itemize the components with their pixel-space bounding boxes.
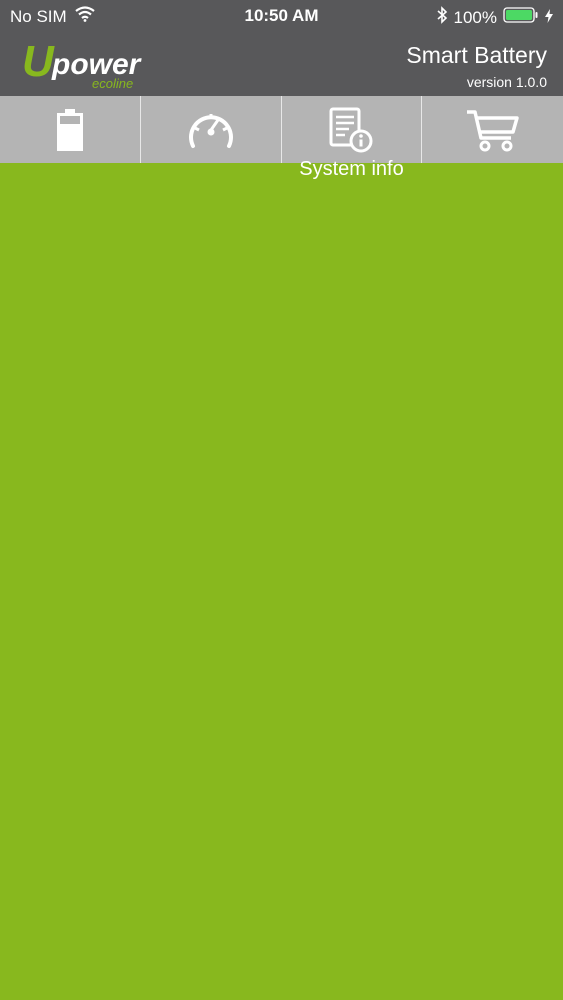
logo-letter-u: U <box>22 37 55 86</box>
battery-percent: 100% <box>453 7 497 27</box>
main-content <box>0 163 563 1000</box>
tab-bar <box>0 96 563 163</box>
battery-icon <box>56 108 84 152</box>
charging-bolt-icon <box>545 8 553 28</box>
status-battery-icon <box>503 7 539 28</box>
status-right: 100% <box>436 6 553 29</box>
bluetooth-icon <box>436 6 448 29</box>
app-header: U power ecoline Smart Battery version 1.… <box>0 32 563 96</box>
tab-battery[interactable] <box>0 96 141 163</box>
cart-icon <box>465 108 521 152</box>
speedometer-icon <box>185 108 237 152</box>
app-title: Smart Battery <box>406 42 547 68</box>
tab-system-info[interactable] <box>282 96 423 163</box>
tab-tooltip: System info <box>299 158 404 180</box>
tab-speed[interactable] <box>141 96 282 163</box>
app-version: version 1.0.0 <box>466 74 547 90</box>
logo-ecoline-text: ecoline <box>92 76 133 91</box>
status-bar: No SIM 10:50 AM 100% <box>0 0 563 32</box>
upower-logo: U power ecoline <box>22 36 162 92</box>
tab-shop[interactable] <box>422 96 563 163</box>
system-info-icon <box>327 106 375 154</box>
